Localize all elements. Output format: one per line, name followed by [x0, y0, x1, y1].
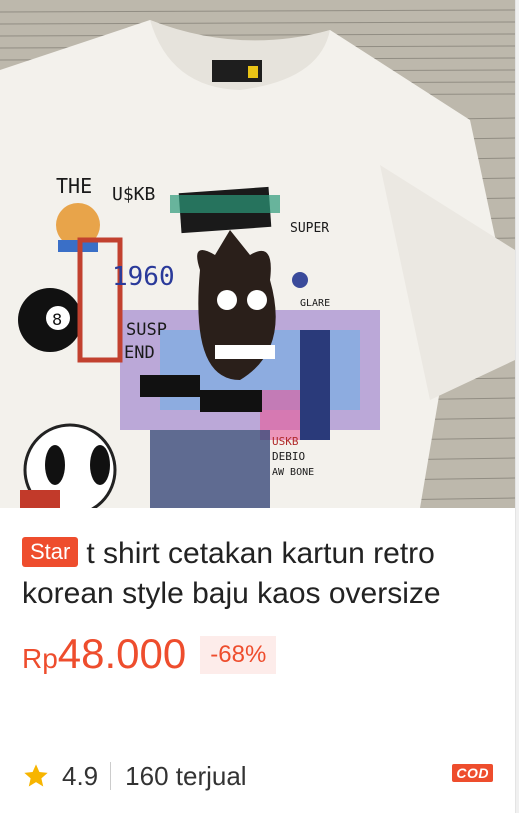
price-amount: 48.000: [57, 630, 187, 677]
product-photo: 8 THE U$KB SUPER 1960 SUSP END GLARE USK…: [0, 0, 515, 508]
print-text-usk: USKB: [272, 435, 299, 448]
discount-badge: -68%: [200, 636, 277, 674]
print-text-glare: GLARE: [300, 298, 330, 309]
print-text-super: SUPER: [290, 221, 329, 236]
price-row: Rp 48.000 -68%: [22, 630, 277, 682]
print-text-brand: U$KB: [112, 184, 155, 205]
product-card[interactable]: 8 THE U$KB SUPER 1960 SUSP END GLARE USK…: [0, 0, 516, 813]
star-icon: [24, 764, 48, 787]
meta-row: 4.9 160 terjual COD: [22, 758, 493, 794]
print-text-end: END: [124, 343, 155, 363]
meta-divider: [110, 762, 112, 790]
rating-value: 4.9: [62, 760, 99, 791]
print-text-susp: SUSP: [126, 320, 167, 340]
product-title-block[interactable]: Star t shirt cetakan kartun retro korean …: [22, 534, 492, 614]
print-text-eight: 8: [52, 310, 62, 329]
print-text-bone: AW BONE: [272, 467, 314, 478]
price-currency: Rp: [22, 643, 58, 674]
product-title[interactable]: t shirt cetakan kartun retro korean styl…: [22, 537, 441, 610]
print-text-debio: DEBIO: [272, 450, 305, 463]
cod-badge: COD: [452, 764, 493, 782]
product-image[interactable]: 8 THE U$KB SUPER 1960 SUSP END GLARE USK…: [0, 0, 515, 508]
print-text-year: 1960: [112, 262, 175, 292]
print-text-the: THE: [56, 174, 92, 198]
sold-count: 160 terjual: [125, 760, 247, 791]
star-seller-badge: Star: [22, 537, 79, 567]
